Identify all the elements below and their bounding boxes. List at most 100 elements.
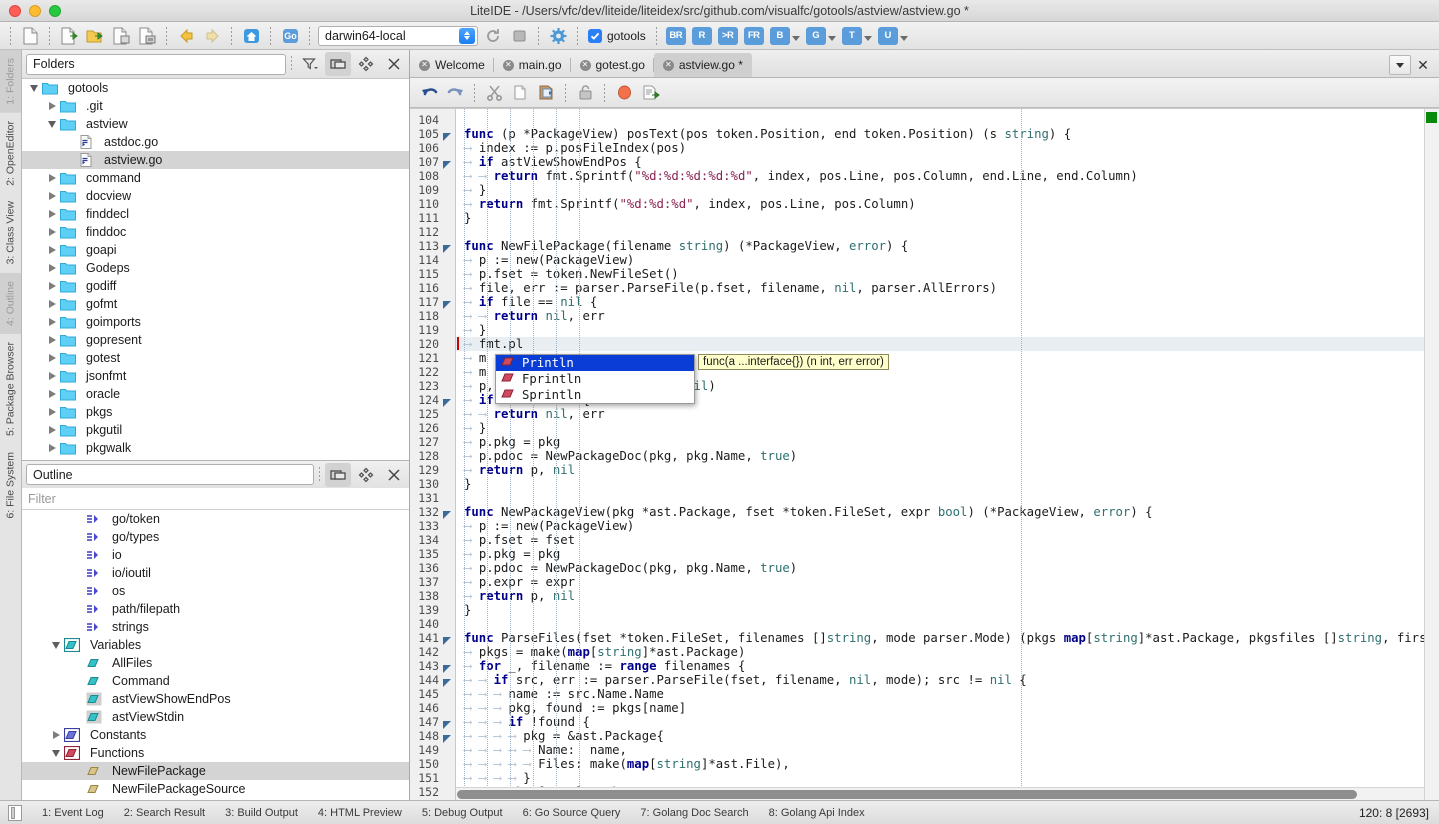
fold-marker-icon[interactable] [443, 634, 451, 645]
chevron-right-icon[interactable] [44, 318, 60, 326]
fold-marker-icon[interactable] [443, 732, 451, 743]
fold-marker-icon[interactable] [443, 130, 451, 141]
tree-item[interactable]: astview [22, 115, 409, 133]
status-item-go-source-query[interactable]: 6: Go Source Query [513, 807, 631, 819]
copy-icon[interactable] [507, 81, 533, 105]
status-item-search-result[interactable]: 2: Search Result [114, 807, 215, 819]
tree-item[interactable]: strings [22, 618, 409, 636]
code-editor[interactable]: 104 105 106 107 108 109 110 111 112 113 114 115 116 1… [410, 108, 1439, 800]
tree-item[interactable]: gotools [22, 79, 409, 97]
chevron-right-icon[interactable] [44, 336, 60, 344]
editor-tab[interactable]: ✕ astview.go * [653, 53, 752, 77]
save-file-icon[interactable] [108, 24, 134, 48]
close-icon[interactable]: ✕ [419, 59, 430, 71]
tree-item[interactable]: astview.go [22, 151, 409, 169]
editor-tab[interactable]: ✕ Welcome [410, 53, 494, 77]
close-icon[interactable] [381, 52, 407, 76]
sidebar-tab-folders[interactable]: 1: Folders [0, 50, 21, 113]
chevron-right-icon[interactable] [44, 372, 60, 380]
scrollbar-marker[interactable] [1426, 112, 1437, 123]
fold-marker-icon[interactable] [443, 298, 451, 309]
folders-panel-combo[interactable]: Folders [26, 53, 286, 75]
test-button[interactable]: T [841, 26, 872, 45]
tree-item[interactable]: gopresent [22, 331, 409, 349]
tree-item[interactable]: io [22, 546, 409, 564]
chevron-right-icon[interactable] [44, 390, 60, 398]
tree-item[interactable]: NewFilePackageSource [22, 780, 409, 798]
tree-item[interactable]: godiff [22, 277, 409, 295]
gear-icon[interactable] [545, 24, 571, 48]
chevron-down-icon[interactable] [26, 84, 42, 92]
tree-item[interactable]: jsonfmt [22, 367, 409, 385]
split-icon[interactable] [325, 52, 351, 76]
chevron-right-icon[interactable] [44, 264, 60, 272]
open-folder-icon[interactable] [82, 24, 108, 48]
chevron-down-icon[interactable] [48, 641, 64, 649]
autocomplete-item[interactable]: Println [496, 355, 694, 371]
close-icon[interactable]: ✕ [662, 59, 674, 71]
tab-list-button[interactable] [1389, 55, 1411, 75]
fold-marker-icon[interactable] [443, 662, 451, 673]
chevron-right-icon[interactable] [44, 354, 60, 362]
close-icon[interactable]: ✕ [579, 59, 591, 71]
chevron-right-icon[interactable] [44, 408, 60, 416]
autocomplete-item[interactable]: Sprintln [496, 387, 694, 403]
fold-marker-icon[interactable] [443, 718, 451, 729]
bookmark-icon[interactable] [611, 81, 637, 105]
locate-icon[interactable] [353, 52, 379, 76]
tree-item[interactable]: astViewShowEndPos [22, 690, 409, 708]
chevron-right-icon[interactable] [44, 174, 60, 182]
status-item-golang-api-index[interactable]: 8: Golang Api Index [759, 807, 875, 819]
chevron-down-icon[interactable] [827, 35, 836, 41]
build-environment-combo[interactable]: darwin64-local [318, 25, 478, 46]
outline-tree[interactable]: go/token go/types io io/ioutil os path/filepa… [22, 510, 409, 800]
chevron-down-icon[interactable] [899, 35, 908, 41]
chevron-right-icon[interactable] [44, 300, 60, 308]
vertical-scrollbar[interactable] [1424, 109, 1439, 800]
reload-icon[interactable] [480, 24, 506, 48]
tree-item[interactable]: astViewStdin [22, 708, 409, 726]
tree-item[interactable]: AllFiles [22, 654, 409, 672]
chevron-right-icon[interactable] [44, 210, 60, 218]
tree-item[interactable]: Variables [22, 636, 409, 654]
tree-item[interactable]: gotest [22, 349, 409, 367]
tree-item[interactable]: go/types [22, 528, 409, 546]
code-text-area[interactable]: func (p *PackageView) posText(pos token.… [456, 109, 1439, 800]
open-file-icon[interactable] [56, 24, 82, 48]
split-icon[interactable] [325, 462, 351, 487]
tree-item[interactable]: pkgutil [22, 421, 409, 439]
tree-item[interactable]: command [22, 169, 409, 187]
checkbox-checked-icon[interactable] [588, 28, 602, 43]
run-cmd-button[interactable]: >R [717, 26, 738, 45]
close-window-button[interactable] [9, 4, 21, 17]
sidebar-tab-filesystem[interactable]: 6: File System [0, 444, 21, 527]
tree-item[interactable]: goapi [22, 241, 409, 259]
paste-icon[interactable] [533, 81, 559, 105]
chevron-right-icon[interactable] [44, 426, 60, 434]
status-item-build-output[interactable]: 3: Build Output [215, 807, 308, 819]
chevron-down-icon[interactable] [791, 35, 800, 41]
output-toggle-button[interactable] [8, 804, 22, 821]
tree-item[interactable]: Constants [22, 726, 409, 744]
outline-filter-input[interactable]: Filter [22, 488, 409, 510]
status-item-event-log[interactable]: 1: Event Log [32, 807, 114, 819]
run-button[interactable]: R [691, 26, 712, 45]
tree-item[interactable]: os [22, 582, 409, 600]
status-item-golang-doc-search[interactable]: 7: Golang Doc Search [630, 807, 758, 819]
new-file-icon[interactable] [17, 24, 43, 48]
fold-marker-icon[interactable] [443, 508, 451, 519]
chevron-right-icon[interactable] [44, 228, 60, 236]
autocomplete-popup[interactable]: Println Fprintln Sprintln [495, 354, 695, 404]
chevron-right-icon[interactable] [44, 102, 60, 110]
outline-panel-combo[interactable]: Outline [26, 464, 314, 485]
tree-item[interactable]: NewFilePackage [22, 762, 409, 780]
folders-tree[interactable]: gotools .git astview astdoc.go astview.go com… [22, 78, 409, 460]
build-button[interactable]: B [769, 26, 800, 45]
status-item-html-preview[interactable]: 4: HTML Preview [308, 807, 412, 819]
close-tab-button[interactable]: ✕ [1413, 55, 1433, 75]
fold-marker-icon[interactable] [443, 242, 451, 253]
chevron-down-icon[interactable] [863, 35, 872, 41]
tree-item[interactable]: goimports [22, 313, 409, 331]
arrow-right-icon[interactable] [199, 24, 225, 48]
tree-item[interactable]: docview [22, 187, 409, 205]
